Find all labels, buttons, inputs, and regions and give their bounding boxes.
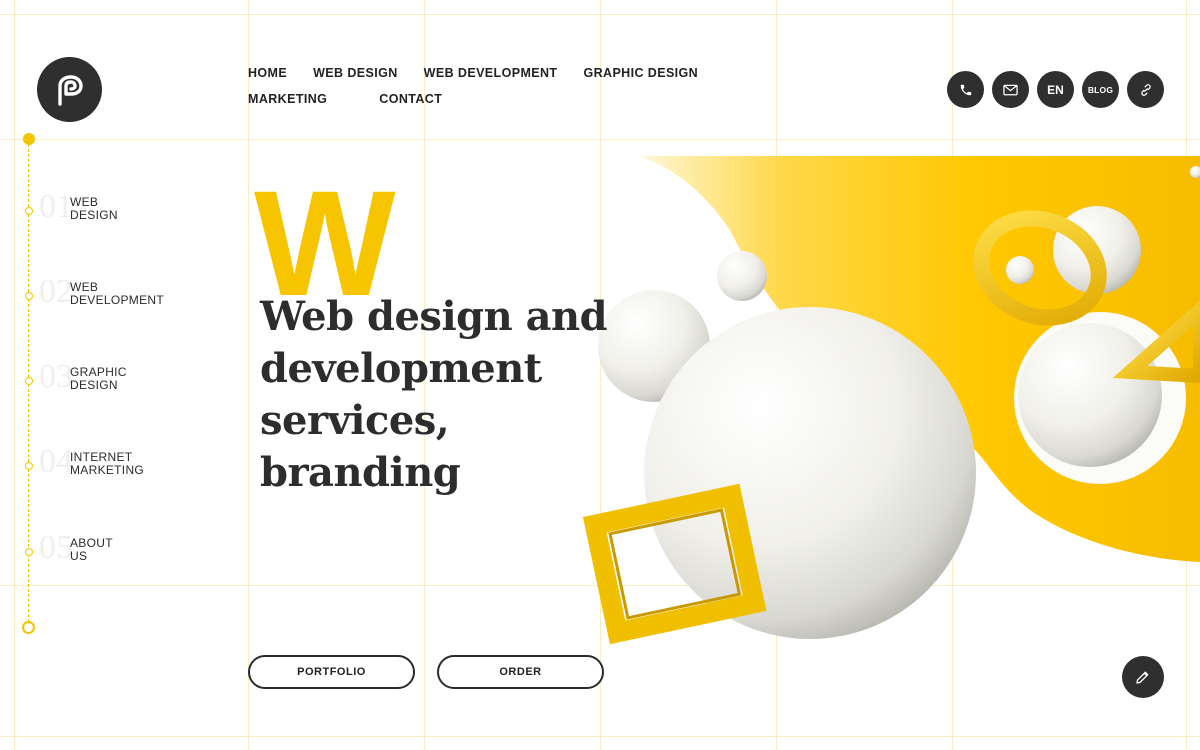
nav-web-development[interactable]: WEB DEVELOPMENT — [424, 66, 558, 80]
blog-label: BLOG — [1087, 84, 1114, 95]
phone-icon — [960, 84, 971, 95]
grid-line — [0, 14, 1200, 15]
timeline-end-dot — [22, 621, 35, 634]
link-icon — [1140, 83, 1151, 96]
nav-web-design[interactable]: WEB DESIGN — [313, 66, 398, 80]
logo-mark-icon — [57, 74, 83, 106]
timeline-start-dot — [23, 133, 35, 145]
page-title: Web design and development services, bra… — [260, 291, 720, 499]
phone-button[interactable] — [947, 71, 984, 108]
timeline-dot — [25, 292, 33, 300]
sidebar-item-label: WEB DESIGN — [70, 195, 118, 222]
grid-line — [0, 139, 1200, 140]
sidebar-item-number: 04 — [39, 443, 73, 480]
sidebar-item-graphic-design[interactable]: 03 GRAPHIC DESIGN — [25, 360, 185, 406]
grid-line — [248, 0, 249, 750]
nav-contact[interactable]: CONTACT — [379, 92, 442, 106]
headline-line: Web design and — [260, 293, 608, 340]
top-icon-bar: EN BLOG — [947, 71, 1164, 108]
nav-home[interactable]: HOME — [248, 66, 287, 80]
sidebar-item-number: 02 — [39, 273, 73, 310]
logo[interactable] — [37, 57, 102, 122]
order-button[interactable]: ORDER — [437, 655, 604, 689]
pencil-icon — [1136, 671, 1149, 684]
timeline-dot — [25, 462, 33, 470]
nav-marketing[interactable]: MARKETING — [248, 92, 327, 106]
sidebar-item-number: 03 — [39, 358, 73, 395]
blog-button[interactable]: BLOG — [1082, 71, 1119, 108]
sidebar-item-about-us[interactable]: 05 ABOUT US — [25, 531, 185, 577]
language-label: EN — [1047, 82, 1064, 97]
sidebar-item-number: 01 — [39, 188, 73, 225]
main-nav: HOME WEB DESIGN WEB DEVELOPMENT GRAPHIC … — [248, 66, 788, 106]
mail-button[interactable] — [992, 71, 1029, 108]
link-button[interactable] — [1127, 71, 1164, 108]
sidebar-item-web-design[interactable]: 01 WEB DESIGN — [25, 190, 185, 236]
headline-line: branding — [260, 449, 461, 496]
sidebar-item-number: 05 — [39, 529, 73, 566]
nav-graphic-design[interactable]: GRAPHIC DESIGN — [583, 66, 698, 80]
sidebar-item-web-development[interactable]: 02 WEB DEVELOPMENT — [25, 275, 185, 321]
timeline-dot — [25, 377, 33, 385]
sidebar-item-label: ABOUT US — [70, 536, 113, 563]
headline-line: development services, — [260, 345, 542, 444]
timeline-dot — [25, 548, 33, 556]
sidebar-item-label: GRAPHIC DESIGN — [70, 365, 127, 392]
grid-line — [14, 0, 15, 750]
mail-icon — [1003, 84, 1018, 95]
sidebar-item-label: INTERNET MARKETING — [70, 450, 145, 477]
sidebar-item-internet-marketing[interactable]: 04 INTERNET MARKETING — [25, 445, 185, 491]
portfolio-button[interactable]: PORTFOLIO — [248, 655, 415, 689]
grid-line — [0, 736, 1200, 737]
sidebar-item-label: WEB DEVELOPMENT — [70, 280, 164, 307]
timeline-dot — [25, 207, 33, 215]
language-button[interactable]: EN — [1037, 71, 1074, 108]
edit-button[interactable] — [1122, 656, 1164, 698]
